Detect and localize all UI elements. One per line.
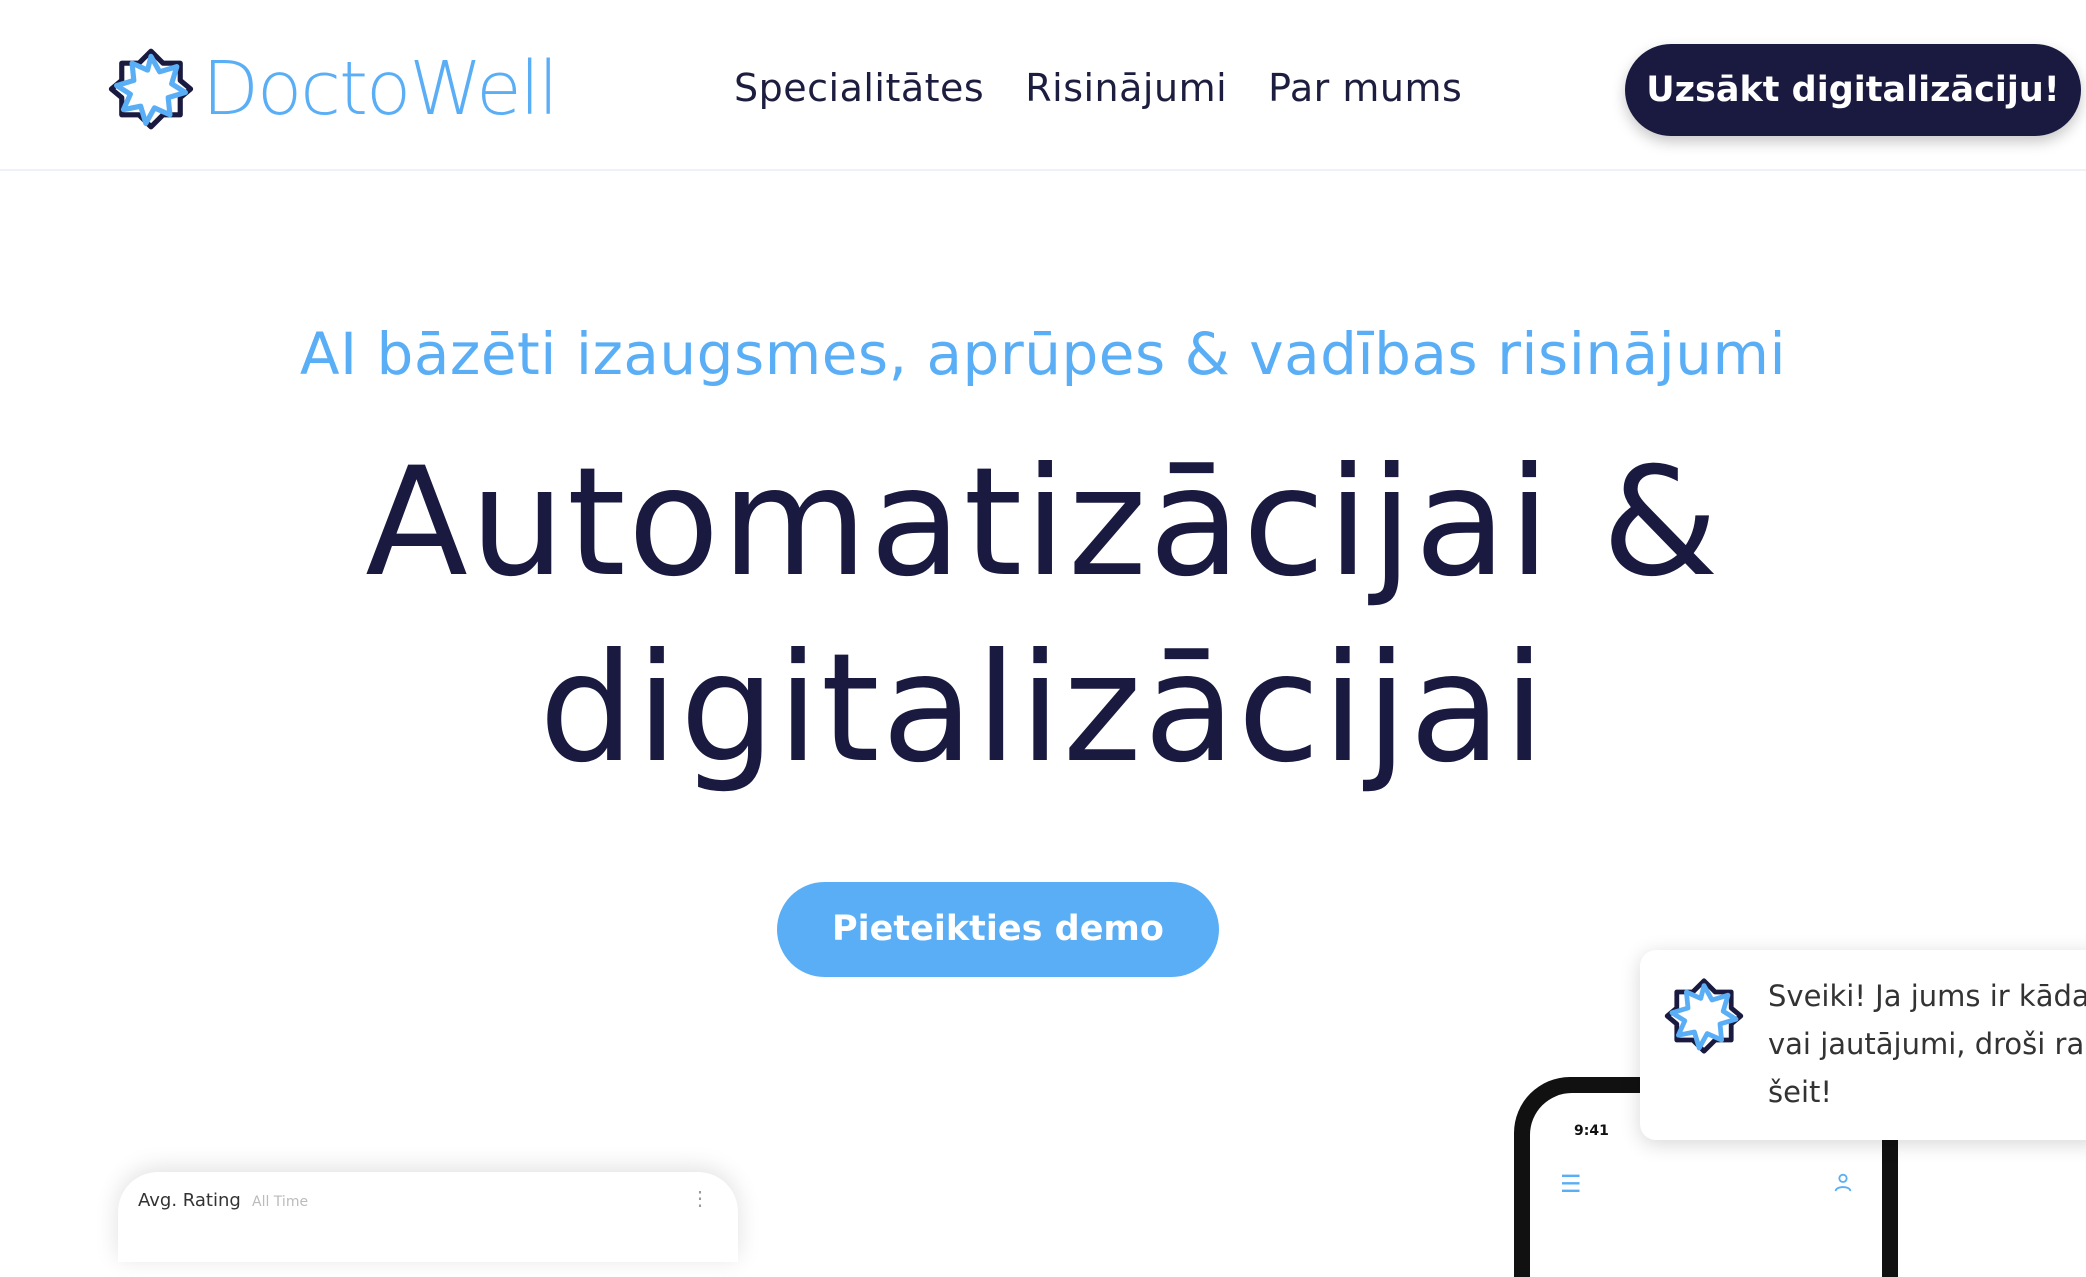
- chat-greeting-popup[interactable]: Sveiki! Ja jums ir kāda vai jautājumi, d…: [1640, 950, 2086, 1140]
- nav-par-mums[interactable]: Par mums: [1268, 66, 1462, 110]
- card-title: Avg. Rating: [138, 1190, 241, 1211]
- hero-subtitle: AI bāzēti izaugsmes, aprūpes & vadības r…: [299, 320, 1787, 388]
- user-icon: [1834, 1173, 1852, 1192]
- start-digitalization-button[interactable]: Uzsākt digitalizāciju!: [1625, 44, 2081, 136]
- phone-time: 9:41: [1574, 1123, 1609, 1139]
- chat-line-2: vai jautājumi, droši rak: [1768, 1027, 2086, 1061]
- logo-text: DoctoWell: [202, 46, 559, 132]
- nav-risinajumi[interactable]: Risinājumi: [1025, 66, 1227, 110]
- doctowell-chat-icon: [1664, 978, 1744, 1054]
- more-vertical-icon: ⋮: [690, 1188, 710, 1210]
- dashboard-preview-card: Avg. Rating All Time ⋮: [118, 1172, 738, 1262]
- doctowell-logo-icon: [108, 48, 194, 130]
- main-nav: Specialitātes Risinājumi Par mums: [734, 66, 1503, 110]
- hero-headline-line-1: Automatizācijai &: [365, 436, 1721, 610]
- site-header: DoctoWell Specialitātes Risinājumi Par m…: [0, 0, 2086, 171]
- card-filter: All Time: [252, 1194, 309, 1210]
- hero-headline: Automatizācijai & digitalizācijai: [0, 430, 2086, 802]
- chat-line-3: šeit!: [1768, 1075, 1833, 1109]
- hero-headline-line-2: digitalizācijai: [539, 622, 1547, 796]
- chat-line-1: Sveiki! Ja jums ir kāda: [1768, 979, 2086, 1013]
- nav-specialitates[interactable]: Specialitātes: [734, 66, 984, 110]
- hamburger-icon: ☰: [1560, 1171, 1582, 1198]
- chat-message: Sveiki! Ja jums ir kāda vai jautājumi, d…: [1768, 972, 2086, 1116]
- logo[interactable]: DoctoWell: [108, 44, 559, 134]
- request-demo-button[interactable]: Pieteikties demo: [777, 882, 1219, 977]
